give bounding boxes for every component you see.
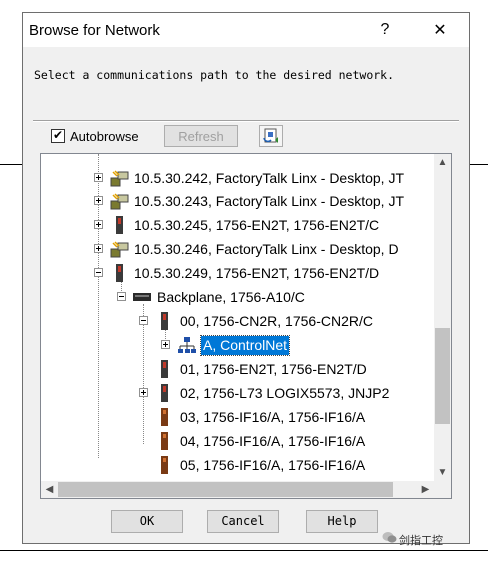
module-icon [161,360,168,378]
module-icon [116,216,123,234]
instruction-text: Select a communications path to the desi… [34,68,395,82]
tree-item-label: 10.5.30.249, 1756-EN2T, 1756-EN2T/D [134,265,380,281]
network-tree[interactable]: 10.5.30.242, FactoryTalk Linx - Desktop,… [40,153,452,499]
tree-item-label: 10.5.30.245, 1756-EN2T, 1756-EN2T/C [134,217,380,233]
tree-item-slot-05[interactable]: 05, 1756-IF16/A, 1756-IF16/A [41,454,426,476]
scroll-right-icon[interactable]: ▶ [417,481,434,498]
watermark-text: 剑指工控 [399,535,443,547]
scroll-corner [434,481,451,498]
tree-item-slot-04[interactable]: 04, 1756-IF16/A, 1756-IF16/A [41,430,426,452]
tree-item-10-5-30-249[interactable]: 10.5.30.249, 1756-EN2T, 1756-EN2T/D [41,262,426,284]
tree-item-10-5-30-246[interactable]: 10.5.30.246, FactoryTalk Linx - Desktop,… [41,238,426,260]
expand-button[interactable] [94,244,103,253]
tree-item-label: 01, 1756-EN2T, 1756-EN2T/D [180,361,367,377]
network-icon [178,337,196,353]
tree-item-slot-00[interactable]: 00, 1756-CN2R, 1756-CN2R/C [41,310,426,332]
tree-item-controlnet[interactable]: A, ControlNet [41,334,426,356]
expand-button[interactable] [94,220,103,229]
close-button[interactable]: ✕ [419,17,461,43]
workstation-icon [110,170,129,187]
help-button[interactable]: Help [306,510,378,533]
scroll-down-icon[interactable]: ▼ [434,464,451,481]
tree-item-label: 05, 1756-IF16/A, 1756-IF16/A [180,457,366,473]
background-line-left [0,164,22,165]
tree-item-label: Backplane, 1756-A10/C [157,289,305,305]
vertical-scrollbar[interactable]: ▲ ▼ [434,154,451,481]
tree-item-10-5-30-242[interactable]: 10.5.30.242, FactoryTalk Linx - Desktop,… [41,167,426,189]
browse-online-button[interactable] [259,125,283,147]
refresh-button[interactable]: Refresh [164,125,238,147]
ok-button[interactable]: OK [111,510,183,533]
browse-network-dialog: Browse for Network ? ✕ Select a communic… [22,12,470,544]
tree-item-backplane[interactable]: Backplane, 1756-A10/C [41,286,426,308]
module-icon [161,384,168,402]
io-module-icon [161,456,168,474]
collapse-button[interactable] [94,268,103,277]
title-bar: Browse for Network ? ✕ [23,13,469,47]
tree-item-label: 03, 1756-IF16/A, 1756-IF16/A [180,409,366,425]
workstation-icon [110,241,129,258]
collapse-button[interactable] [117,292,126,301]
expand-button[interactable] [94,173,103,182]
tree-item-10-5-30-243[interactable]: 10.5.30.243, FactoryTalk Linx - Desktop,… [41,190,426,212]
expand-button[interactable] [94,196,103,205]
tree-item-slot-03[interactable]: 03, 1756-IF16/A, 1756-IF16/A [41,406,426,428]
tree-item-label: 00, 1756-CN2R, 1756-CN2R/C [180,313,373,329]
scroll-left-icon[interactable]: ◀ [41,481,58,498]
collapse-button[interactable] [139,316,148,325]
autobrowse-label: Autobrowse [70,129,139,144]
separator [33,120,459,122]
io-module-icon [161,432,168,450]
dialog-title: Browse for Network [29,22,160,39]
expand-button[interactable] [139,388,148,397]
tree-item-label: 10.5.30.246, FactoryTalk Linx - Desktop,… [134,241,399,257]
module-icon [116,264,123,282]
background-line-right [470,164,488,165]
wechat-icon [382,532,397,543]
cancel-button[interactable]: Cancel [207,510,279,533]
tree-item-label: 10.5.30.243, FactoryTalk Linx - Desktop,… [134,193,405,209]
tree-item-label: A, ControlNet [199,335,291,356]
horizontal-scroll-thumb[interactable] [58,482,393,497]
expand-button[interactable] [161,340,170,349]
horizontal-scrollbar[interactable]: ◀ ▶ [41,481,434,498]
io-module-icon [161,408,168,426]
tree-item-10-5-30-245[interactable]: 10.5.30.245, 1756-EN2T, 1756-EN2T/C [41,214,426,236]
tree-item-label: 04, 1756-IF16/A, 1756-IF16/A [180,433,366,449]
tree-item-slot-02[interactable]: 02, 1756-L73 LOGIX5573, JNJP2 [41,382,426,404]
backplane-icon [133,293,151,301]
tree-item-label: 10.5.30.242, FactoryTalk Linx - Desktop,… [134,170,405,186]
background-line-bottom [0,550,488,551]
tree-item-slot-01[interactable]: 01, 1756-EN2T, 1756-EN2T/D [41,358,426,380]
module-icon [161,312,168,330]
tree-item-label: 02, 1756-L73 LOGIX5573, JNJP2 [180,385,390,401]
browse-network-icon [263,128,278,143]
scroll-up-icon[interactable]: ▲ [434,154,451,171]
help-title-button[interactable]: ? [364,17,406,43]
vertical-scroll-thumb[interactable] [435,328,450,424]
workstation-icon [110,193,129,210]
autobrowse-checkbox[interactable]: ✔ [51,129,65,143]
